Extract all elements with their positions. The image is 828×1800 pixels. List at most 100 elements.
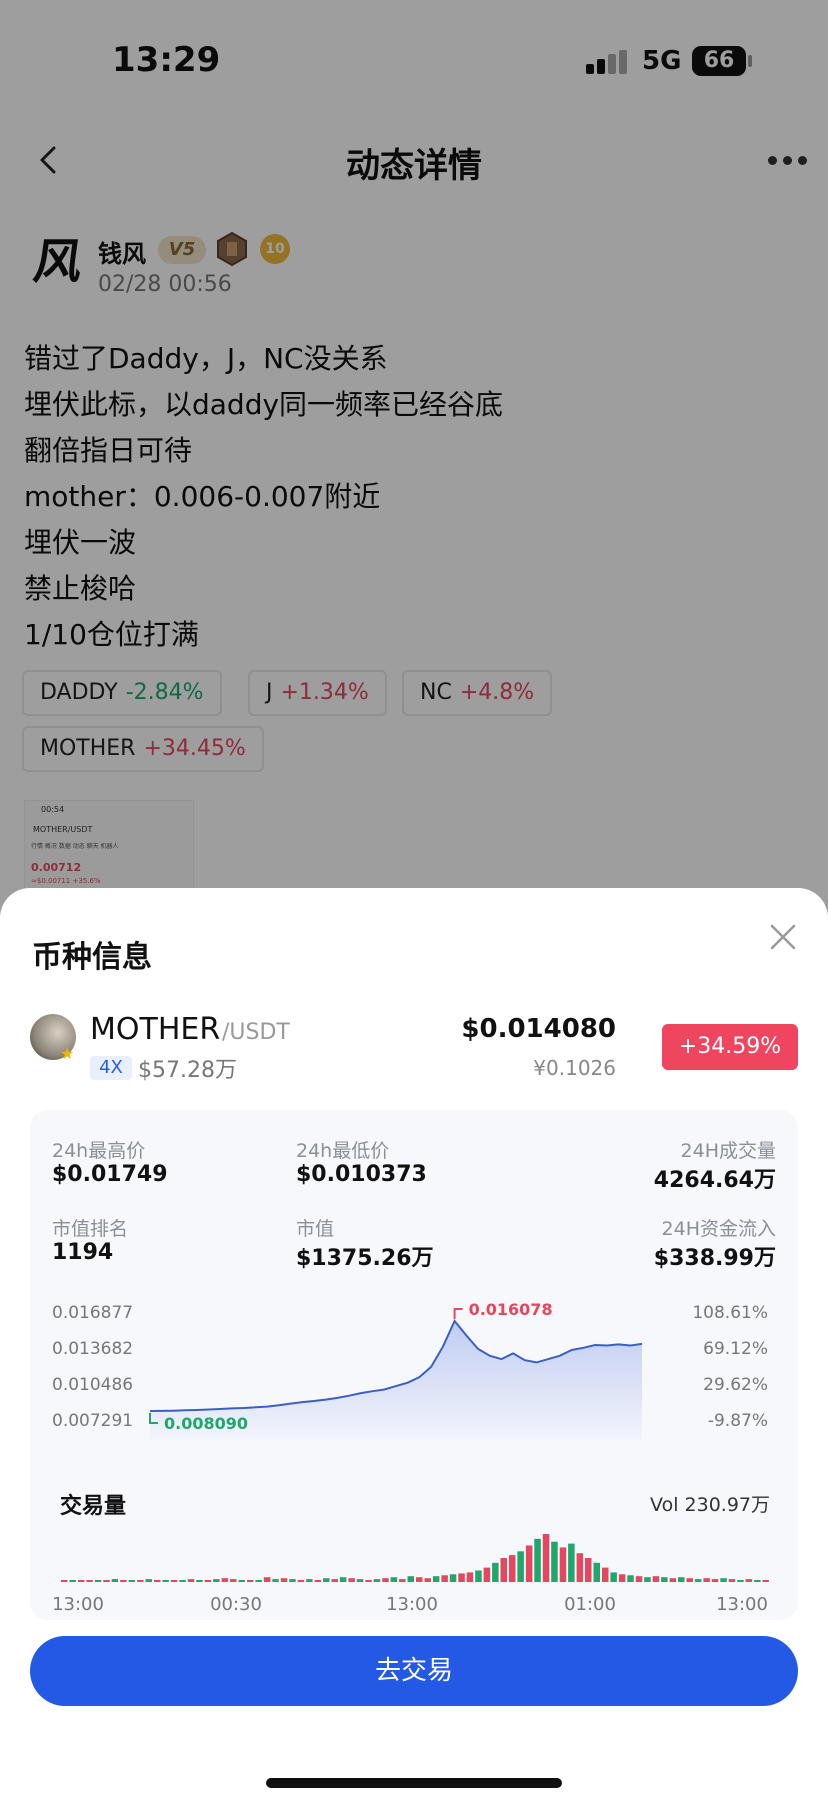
volume-bar — [86, 1580, 93, 1582]
volume-bar — [754, 1580, 761, 1582]
volume-bar — [399, 1579, 406, 1582]
volume-bar — [77, 1580, 85, 1582]
volume-bar — [306, 1579, 313, 1582]
volume-bar — [576, 1553, 584, 1582]
volume-bar — [221, 1578, 229, 1582]
volume-bar — [128, 1580, 136, 1582]
volume-bar — [509, 1555, 516, 1582]
y-tick-left: 0.016877 — [52, 1303, 133, 1323]
coin-symbol: MOTHER — [90, 1012, 221, 1047]
volume-bar — [694, 1579, 702, 1582]
volume-bar — [525, 1545, 533, 1582]
x-tick: 13:00 — [716, 1594, 768, 1615]
volume-bar — [618, 1574, 626, 1582]
volume-bar — [559, 1547, 567, 1582]
volume-bar — [458, 1573, 465, 1582]
volume-bar — [162, 1580, 169, 1582]
volume-bar — [145, 1579, 152, 1582]
volume-bar — [263, 1577, 271, 1582]
x-tick: 01:00 — [564, 1594, 616, 1615]
volume-bar — [466, 1572, 474, 1582]
volume-bar — [542, 1534, 550, 1582]
volume-bar — [483, 1567, 491, 1582]
volume-bar — [644, 1577, 651, 1582]
coin-quote: /USDT — [222, 1020, 290, 1045]
volume-bar — [762, 1580, 769, 1582]
volume-bar — [568, 1543, 575, 1582]
stat-value: 1194 — [52, 1240, 114, 1265]
x-tick: 00:30 — [210, 1594, 262, 1615]
high-marker — [453, 1307, 463, 1319]
volume-bar — [661, 1577, 668, 1582]
volume-bar — [416, 1577, 423, 1582]
stat-value: $0.010373 — [296, 1162, 427, 1187]
star-icon: ★ — [60, 1044, 75, 1063]
volume-bar — [111, 1579, 119, 1582]
volume-bar — [551, 1541, 558, 1582]
x-tick: 13:00 — [52, 1594, 104, 1615]
volume-bar — [103, 1580, 110, 1582]
leverage-badge: 4X — [90, 1056, 132, 1080]
volume-bar — [255, 1580, 262, 1582]
price-chart[interactable]: 0.016877 0.013682 0.010486 0.007291 108.… — [30, 1290, 798, 1470]
volume-bar — [61, 1580, 68, 1582]
volume-bar — [247, 1580, 254, 1582]
volume-bar — [449, 1574, 457, 1582]
volume-bar — [331, 1579, 338, 1582]
y-tick-left: 0.010486 — [52, 1375, 133, 1395]
volume-bar — [289, 1579, 296, 1582]
y-tick-right: -9.87% — [708, 1411, 768, 1431]
stats-card: 24h最高价 $0.01749 24h最低价 $0.010373 24H成交量 … — [30, 1110, 798, 1620]
stat-label: 24h最低价 — [296, 1140, 390, 1162]
volume-bar — [204, 1580, 212, 1582]
volume-bar — [120, 1580, 127, 1582]
volume-bar — [517, 1551, 524, 1582]
volume-bar — [475, 1570, 482, 1582]
volume-bar — [69, 1580, 76, 1582]
coin-info-sheet: 币种信息 ★ MOTHER /USDT 4X $57.28万 $0.014080… — [0, 888, 828, 1800]
home-indicator — [266, 1778, 562, 1788]
x-tick: 13:00 — [386, 1594, 438, 1615]
y-tick-right: 69.12% — [703, 1339, 768, 1359]
volume-chart-svg: 13:00 00:30 13:00 01:00 13:00 — [52, 1534, 769, 1615]
volume-bar — [348, 1578, 355, 1582]
volume-bar — [432, 1576, 440, 1582]
volume-bar — [314, 1580, 322, 1582]
volume-bar — [154, 1580, 161, 1582]
volume-bar — [382, 1578, 389, 1582]
volume-bar — [720, 1578, 727, 1582]
close-icon[interactable] — [766, 920, 800, 954]
volume-bar — [711, 1579, 719, 1582]
volume-bar — [390, 1577, 398, 1582]
sheet-title: 币种信息 — [32, 940, 152, 975]
volume-bar — [585, 1558, 592, 1582]
volume-bar — [737, 1580, 744, 1582]
volume-bar — [272, 1579, 279, 1582]
volume-bar — [500, 1558, 507, 1582]
volume-bar — [297, 1580, 305, 1582]
volume-bar — [230, 1579, 237, 1582]
y-tick-left: 0.007291 — [52, 1411, 133, 1431]
low-price-label: 0.008090 — [164, 1414, 248, 1433]
volume-bar — [323, 1578, 330, 1582]
trade-button[interactable]: 去交易 — [30, 1636, 798, 1706]
price-chart-svg: 0.016877 0.013682 0.010486 0.007291 108.… — [52, 1300, 768, 1440]
stat-value: $0.01749 — [52, 1162, 168, 1187]
volume-bar — [602, 1567, 609, 1582]
stat-label: 24H资金流入 — [661, 1218, 776, 1240]
volume-chart[interactable]: 13:00 00:30 13:00 01:00 13:00 — [30, 1510, 798, 1620]
volume-bar — [170, 1580, 178, 1582]
y-tick-right: 29.62% — [703, 1375, 768, 1395]
high-price-label: 0.016078 — [469, 1300, 553, 1319]
volume-bar — [356, 1579, 364, 1582]
volume-bar — [593, 1562, 600, 1582]
volume-bar — [678, 1577, 685, 1582]
volume-bar — [137, 1580, 144, 1582]
volume-bar — [703, 1578, 710, 1582]
volume-bar — [187, 1579, 195, 1582]
volume-bar — [635, 1576, 643, 1582]
volume-bar — [441, 1575, 448, 1582]
stat-label: 市值 — [296, 1218, 335, 1240]
stat-value: $1375.26万 — [296, 1246, 434, 1271]
change-badge: +34.59% — [662, 1024, 798, 1070]
